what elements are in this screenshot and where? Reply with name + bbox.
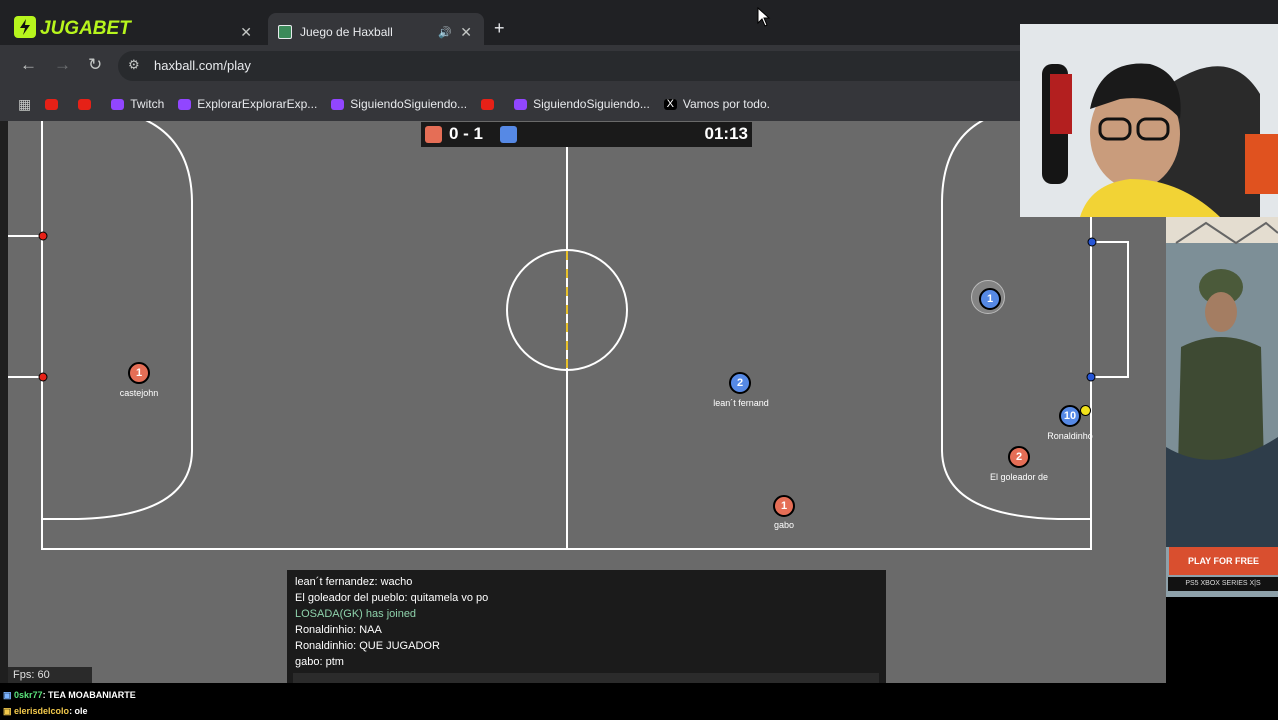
bookmark-twitch[interactable]: Twitch <box>111 97 164 111</box>
play-for-free-button[interactable]: PLAY FOR FREE <box>1169 547 1278 575</box>
red-team-swatch <box>425 126 442 143</box>
ad-background <box>1166 597 1278 683</box>
bookmark-x[interactable]: X Vamos por todo. <box>663 97 770 111</box>
tab-close-icon[interactable]: ✕ <box>240 24 252 41</box>
chat-system-message: LOSADA(GK) has joined <box>295 608 417 620</box>
score-text: 0 - 1 <box>449 124 484 143</box>
chat-message: gabo: ptm <box>295 656 344 668</box>
player-disc: 2 <box>1008 446 1030 468</box>
new-tab-button[interactable]: + <box>494 18 505 39</box>
player-disc: 2 <box>729 372 751 394</box>
haxball-favicon-icon <box>278 25 292 39</box>
game-ad[interactable]: PLAY FOR FREE PS5 XBOX SERIES X|S <box>1166 217 1278 597</box>
jugabet-logo: JUGABET <box>14 16 132 39</box>
twitch-icon <box>111 98 125 110</box>
bookmark-explorar[interactable]: ExplorarExplorarExp... <box>178 97 317 111</box>
bookmark-youtube-3[interactable] <box>481 98 500 110</box>
speaker-icon[interactable]: 🔊 <box>438 26 452 39</box>
webcam-overlay <box>1020 24 1278 217</box>
reload-icon[interactable]: ↻ <box>88 55 102 75</box>
player-disc-self: 1 <box>979 288 1001 310</box>
player-name: lean´t fernand <box>713 398 769 408</box>
youtube-icon <box>481 98 495 110</box>
chat-input[interactable] <box>293 673 879 683</box>
site-info-icon[interactable]: ⚙ <box>128 57 140 73</box>
twitch-icon <box>178 98 192 110</box>
player-disc: 1 <box>128 362 150 384</box>
game-chat: lean´t fernandez: wacho El goleador del … <box>287 570 886 683</box>
x-icon: X <box>663 98 677 110</box>
player-disc: 1 <box>773 495 795 517</box>
cta-label: PLAY FOR FREE <box>1187 556 1259 566</box>
stream-chat: ▣ 0skr77: TEA MOABANIARTE ▣ elerisdelcol… <box>0 683 1278 720</box>
player-name: castejohn <box>119 388 159 398</box>
tab-title: Juego de Haxball <box>300 25 393 39</box>
stream-chat-line: ▣ elerisdelcolo: ole <box>3 706 88 717</box>
url-text[interactable]: haxball.com/play <box>154 58 251 73</box>
forward-icon[interactable]: → <box>54 55 71 75</box>
soldier-ad-image <box>1166 217 1278 547</box>
player-number: 10 <box>1063 410 1077 422</box>
chat-text: : TEA MOABANIARTE <box>42 690 136 700</box>
bookmark-label: Twitch <box>130 97 165 111</box>
chat-message: Ronaldinhio: QUE JUGADOR <box>295 640 440 652</box>
chat-message: lean´t fernandez: wacho <box>295 576 413 588</box>
chat-username: elerisdelcolo <box>14 706 70 716</box>
apps-grid-icon[interactable]: ▦ <box>18 96 31 113</box>
stream-chat-line: ▣ 0skr77: TEA MOABANIARTE <box>3 690 136 701</box>
chat-message: Ronaldinhio: NAA <box>295 624 382 636</box>
bookmark-label: SiguiendoSiguiendo... <box>350 97 468 111</box>
badge-icon: ▣ <box>3 690 12 700</box>
chat-text: : ole <box>69 706 88 716</box>
youtube-icon <box>78 98 92 110</box>
player-number: 1 <box>135 367 143 379</box>
blue-team-swatch <box>500 126 517 143</box>
player-number: 1 <box>986 293 994 305</box>
badge-icon: ▣ <box>3 706 12 716</box>
bookmark-siguiendo-1[interactable]: SiguiendoSiguiendo... <box>331 97 467 111</box>
back-icon[interactable]: ← <box>20 55 37 75</box>
twitch-icon <box>514 98 528 110</box>
player-number: 2 <box>736 377 744 389</box>
bookmark-label: ExplorarExplorarExp... <box>197 97 318 111</box>
bookmark-youtube-2[interactable] <box>78 98 97 110</box>
chat-username: 0skr77 <box>14 690 43 700</box>
player-name: Ronaldinho <box>1047 431 1093 441</box>
bookmark-youtube-1[interactable] <box>45 98 64 110</box>
player-number: 2 <box>1015 451 1023 463</box>
bookmark-label: SiguiendoSiguiendo... <box>533 97 650 111</box>
player-number: 1 <box>780 500 788 512</box>
youtube-icon <box>45 98 59 110</box>
scoreboard: 0 - 1 01:13 <box>421 122 752 147</box>
twitch-icon <box>331 98 345 110</box>
player-name: gabo <box>773 520 795 530</box>
player-disc: 10 <box>1059 405 1081 427</box>
bookmark-siguiendo-2[interactable]: SiguiendoSiguiendo... <box>514 97 650 111</box>
match-timer: 01:13 <box>704 124 748 143</box>
ball <box>1080 405 1091 416</box>
mouse-cursor-icon <box>757 7 771 27</box>
chat-message: El goleador del pueblo: quitamela vo po <box>295 592 489 604</box>
platforms-strip: PS5 XBOX SERIES X|S <box>1168 577 1278 591</box>
streamer-webcam-image <box>1020 24 1278 217</box>
fps-counter: Fps: 60 <box>8 667 92 683</box>
tab-close-icon[interactable]: ✕ <box>460 24 472 41</box>
logo-text: JUGABET <box>40 18 132 39</box>
player-name: El goleador de <box>989 472 1049 482</box>
bookmark-label: Vamos por todo. <box>682 97 770 111</box>
